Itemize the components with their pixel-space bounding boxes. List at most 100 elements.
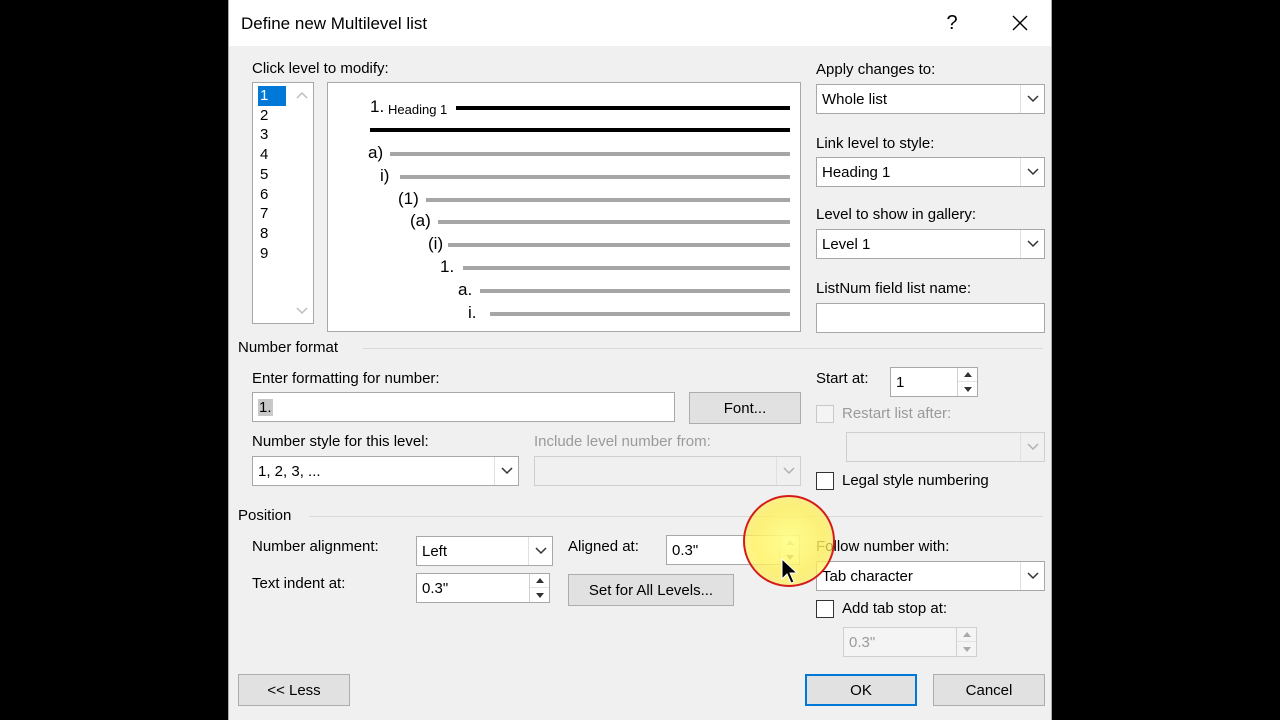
spin-up-icon	[962, 632, 971, 637]
restart-list-checkbox[interactable]	[816, 405, 834, 423]
legal-style-label: Legal style numbering	[842, 472, 989, 489]
preview-line	[400, 174, 790, 179]
text-indent-spinner[interactable]	[529, 574, 549, 602]
link-level-dropdown[interactable]: Heading 1	[816, 157, 1045, 187]
follow-number-label: Follow number with:	[816, 538, 950, 555]
close-button[interactable]	[1003, 8, 1037, 38]
gallery-level-dropdown[interactable]: Level 1	[816, 229, 1045, 259]
section-divider	[363, 348, 1043, 349]
chevron-down-icon	[1026, 572, 1039, 580]
preview-number: (a)	[410, 211, 431, 231]
start-at-value: 1	[896, 374, 905, 391]
text-indent-label: Text indent at:	[252, 575, 346, 592]
help-button[interactable]: ?	[935, 8, 969, 38]
preview-row-7: 1.	[328, 255, 800, 279]
cancel-button[interactable]: Cancel	[933, 674, 1045, 706]
tab-stop-value: 0.3"	[849, 634, 876, 651]
preview-line	[456, 106, 790, 110]
number-alignment-label: Number alignment:	[252, 538, 379, 555]
restart-list-dropdown[interactable]	[846, 432, 1045, 462]
start-at-input[interactable]: 1	[890, 367, 978, 397]
preview-number: i)	[380, 165, 390, 185]
preview-row-2: a)	[328, 141, 800, 165]
enter-formatting-label: Enter formatting for number:	[252, 370, 440, 387]
preview-line	[463, 266, 790, 270]
chevron-down-icon	[1026, 240, 1039, 248]
chevron-down-icon	[1026, 443, 1039, 451]
tab-stop-input[interactable]: 0.3"	[843, 627, 977, 657]
preview-number: 1.	[370, 97, 385, 116]
levels-label: Click level to modify:	[252, 60, 389, 77]
add-tab-stop-checkbox[interactable]	[816, 600, 834, 618]
scroll-up-icon	[296, 91, 308, 99]
start-at-label: Start at:	[816, 370, 869, 387]
number-format-section: Number format	[238, 339, 339, 356]
number-style-dropdown[interactable]: 1, 2, 3, ...	[252, 456, 519, 486]
level-item-7[interactable]: 7	[258, 204, 286, 224]
level-list[interactable]: 123456789	[252, 82, 314, 324]
listnum-label: ListNum field list name:	[816, 280, 972, 297]
start-at-spinner[interactable]	[957, 368, 977, 396]
preview-line	[426, 197, 790, 202]
apply-changes-label: Apply changes to:	[816, 61, 936, 78]
preview-number: a)	[368, 143, 384, 162]
level-item-1[interactable]: 1	[258, 86, 286, 106]
preview-heading-text: Heading 1	[388, 102, 448, 117]
number-alignment-dropdown[interactable]: Left	[416, 536, 553, 566]
spin-up-icon	[963, 372, 972, 377]
include-level-label: Include level number from:	[534, 433, 711, 450]
legal-style-checkbox[interactable]	[816, 472, 834, 490]
preview-row-3: i)	[328, 164, 800, 188]
scroll-down-icon	[296, 307, 308, 315]
link-level-value: Heading 1	[822, 164, 891, 181]
preview-row-8: a.	[328, 278, 800, 302]
aligned-at-value: 0.3"	[672, 542, 699, 559]
number-alignment-value: Left	[422, 543, 448, 560]
chevron-down-icon	[782, 467, 795, 475]
preview-number: (i)	[428, 234, 444, 254]
set-for-all-levels-button[interactable]: Set for All Levels...	[568, 574, 734, 606]
gallery-level-value: Level 1	[822, 236, 871, 253]
level-item-2[interactable]: 2	[258, 106, 286, 126]
preview-number: 1.	[440, 257, 455, 276]
close-icon	[1012, 15, 1028, 31]
ok-button[interactable]: OK	[805, 674, 917, 706]
number-format-value: 1.	[258, 399, 273, 416]
section-divider	[309, 516, 1043, 517]
include-level-dropdown[interactable]	[534, 456, 801, 486]
level-item-8[interactable]: 8	[258, 224, 286, 244]
position-section: Position	[238, 507, 292, 524]
preview-row-4: (1)	[328, 187, 800, 211]
preview-row-9: i.	[328, 301, 800, 325]
number-format-input[interactable]: 1.	[252, 392, 675, 422]
preview-line	[448, 243, 790, 248]
preview-line	[480, 288, 790, 293]
level-item-4[interactable]: 4	[258, 145, 286, 165]
spin-down-icon	[535, 592, 544, 598]
dialog-title: Define new Multilevel list	[241, 14, 428, 33]
follow-number-dropdown[interactable]: Tab character	[816, 561, 1045, 591]
level-list-scrollbar[interactable]	[291, 83, 313, 323]
restart-list-label: Restart list after:	[842, 405, 952, 422]
preview-row-1: 1. Heading 1	[328, 95, 800, 119]
apply-changes-dropdown[interactable]: Whole list	[816, 84, 1045, 114]
gallery-level-label: Level to show in gallery:	[816, 206, 977, 223]
level-item-5[interactable]: 5	[258, 165, 286, 185]
preview-row-6: (i)	[328, 232, 800, 256]
level-item-9[interactable]: 9	[258, 244, 286, 264]
level-item-6[interactable]: 6	[258, 185, 286, 205]
listnum-input[interactable]	[816, 303, 1045, 333]
preview-row-5: (a)	[328, 209, 800, 233]
aligned-at-label: Aligned at:	[568, 538, 639, 555]
preview-number: a.	[458, 279, 473, 299]
add-tab-stop-label: Add tab stop at:	[842, 600, 948, 617]
number-style-label: Number style for this level:	[252, 433, 429, 450]
spin-down-icon	[963, 386, 972, 392]
font-button[interactable]: Font...	[689, 392, 801, 424]
chevron-down-icon	[500, 467, 513, 475]
chevron-down-icon	[534, 547, 547, 555]
less-button[interactable]: << Less	[238, 674, 350, 706]
tab-stop-spinner[interactable]	[956, 628, 976, 656]
text-indent-input[interactable]: 0.3"	[416, 573, 550, 603]
level-item-3[interactable]: 3	[258, 125, 286, 145]
